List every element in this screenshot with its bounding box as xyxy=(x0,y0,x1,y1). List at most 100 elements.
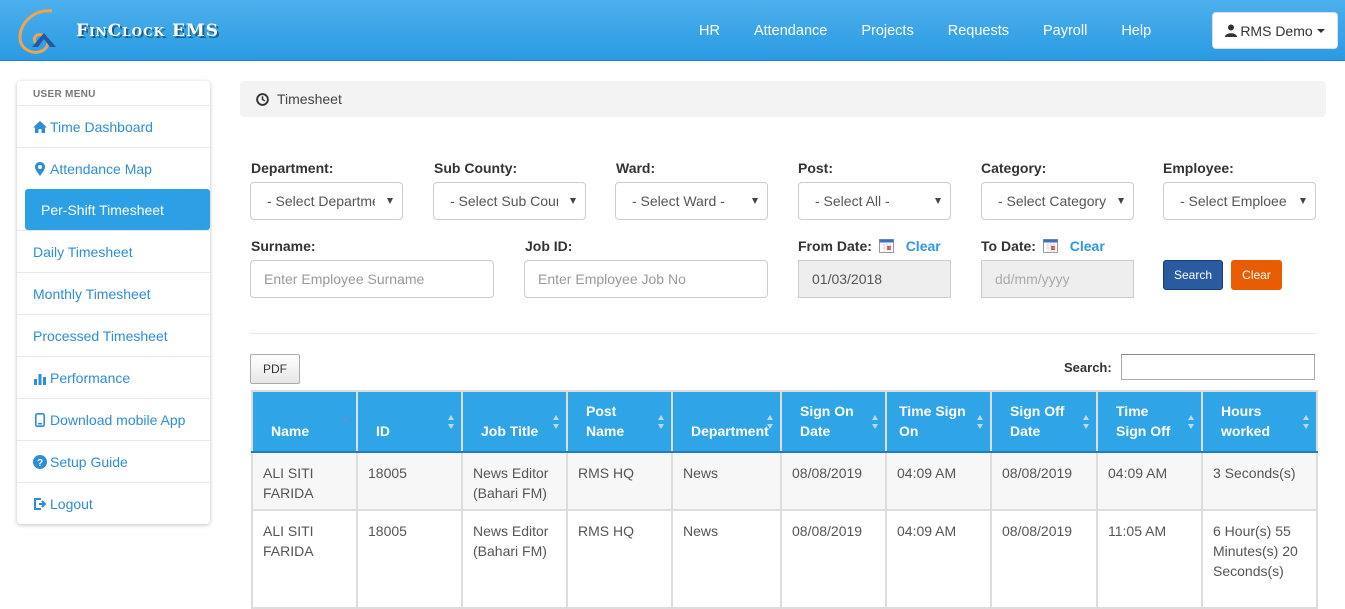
ward-select[interactable]: - Select Ward - xyxy=(615,182,768,220)
from-date-clear-link[interactable]: Clear xyxy=(906,238,941,254)
sidebar-item-logout[interactable]: Logout xyxy=(17,482,210,524)
job-id-input[interactable]: Enter Employee Job No xyxy=(524,260,768,298)
column-header-post-name[interactable]: Post Name xyxy=(566,390,673,453)
column-header-sign-on-date[interactable]: Sign On Date xyxy=(780,390,887,453)
column-header-id[interactable]: ID xyxy=(356,390,463,453)
surname-placeholder: Enter Employee Surname xyxy=(264,271,425,287)
user-name: RMS Demo xyxy=(1240,22,1313,39)
table-search-input[interactable] xyxy=(1121,354,1315,380)
from-date-input[interactable]: 01/03/2018 xyxy=(798,260,951,298)
nav-projects[interactable]: Projects xyxy=(861,23,913,39)
cell-id: 18005 xyxy=(356,451,463,511)
column-header-time-sign-on[interactable]: Time Sign On xyxy=(885,390,992,453)
from-date-value: 01/03/2018 xyxy=(812,271,883,287)
post-select[interactable]: - Select All - xyxy=(798,182,951,220)
search-button[interactable]: Search xyxy=(1163,260,1223,290)
dropdown-arrow-icon xyxy=(935,198,941,204)
to-date-label-group: To Date: Clear xyxy=(981,238,1105,254)
user-icon xyxy=(1225,24,1238,37)
sidebar-item-daily-timesheet[interactable]: Daily Timesheet xyxy=(17,230,210,272)
mobile-icon xyxy=(33,412,47,427)
sort-icon xyxy=(872,415,878,429)
finclock-logo-icon xyxy=(18,9,56,54)
nav-hr[interactable]: HR xyxy=(699,23,720,39)
timesheet-table: Name ID Job Title Post Name Department S… xyxy=(251,390,1318,609)
pdf-export-button[interactable]: PDF xyxy=(250,354,300,384)
cell-job-title: News Editor (Bahari FM) xyxy=(461,509,568,609)
post-label: Post: xyxy=(798,160,833,176)
cell-hours-worked: 6 Hour(s) 55 Minutes(s) 20 Seconds(s) xyxy=(1201,509,1318,609)
cell-post-name: RMS HQ xyxy=(566,509,673,609)
question-circle-icon: ? xyxy=(33,454,47,469)
column-header-hours-worked[interactable]: Hours worked xyxy=(1201,390,1318,453)
cell-time-sign-on: 04:09 AM xyxy=(885,509,992,609)
column-header-label: Name xyxy=(271,423,310,439)
column-header-label: Post Name xyxy=(586,403,625,439)
cell-sign-on-date: 08/08/2019 xyxy=(780,451,887,511)
table-row: ALI SITI FARIDA 18005 News Editor (Bahar… xyxy=(251,451,1318,511)
column-header-time-sign-off[interactable]: Time Sign Off xyxy=(1096,390,1203,453)
brand-name: FinClock EMS xyxy=(76,21,220,41)
logout-icon xyxy=(33,497,47,511)
clear-button[interactable]: Clear xyxy=(1231,260,1282,290)
home-icon xyxy=(33,120,47,134)
nav-help[interactable]: Help xyxy=(1121,23,1151,39)
cell-job-title: News Editor (Bahari FM) xyxy=(461,451,568,511)
sort-icon xyxy=(1188,415,1194,429)
sidebar-item-label: Setup Guide xyxy=(50,453,128,470)
sidebar-item-download-mobile-app[interactable]: Download mobile App xyxy=(17,398,210,440)
calendar-icon[interactable] xyxy=(878,239,894,253)
sidebar-item-time-dashboard[interactable]: Time Dashboard xyxy=(17,105,210,147)
post-select-value: - Select All - xyxy=(815,193,890,209)
brand[interactable]: FinClock EMS xyxy=(12,4,219,58)
column-header-job-title[interactable]: Job Title xyxy=(461,390,568,453)
map-marker-icon xyxy=(33,161,47,176)
user-menu-button[interactable]: RMS Demo xyxy=(1212,12,1338,49)
column-header-label: Department xyxy=(691,423,769,439)
column-header-label: Sign Off Date xyxy=(1010,403,1065,439)
sidebar-item-setup-guide[interactable]: ? Setup Guide xyxy=(17,440,210,482)
sidebar-item-label: Processed Timesheet xyxy=(33,327,168,344)
department-select[interactable]: - Select Department - xyxy=(250,182,403,220)
dropdown-arrow-icon xyxy=(752,198,758,204)
column-header-label: Job Title xyxy=(481,423,539,439)
sidebar-item-per-shift-timesheet[interactable]: Per-Shift Timesheet xyxy=(25,189,210,230)
sort-icon xyxy=(658,415,664,429)
sidebar-item-attendance-map[interactable]: Attendance Map xyxy=(17,147,210,189)
sidebar-item-label: Time Dashboard xyxy=(50,118,153,135)
sub-county-select[interactable]: - Select Sub County - xyxy=(433,182,586,220)
sidebar-item-label: Performance xyxy=(50,369,131,386)
caret-down-icon xyxy=(1316,28,1325,33)
sidebar-item-label: Daily Timesheet xyxy=(33,243,133,260)
column-header-department[interactable]: Department xyxy=(671,390,782,453)
nav-requests[interactable]: Requests xyxy=(948,23,1009,39)
cell-id: 18005 xyxy=(356,509,463,609)
page-title-bar: Timesheet xyxy=(240,81,1326,117)
to-date-clear-link[interactable]: Clear xyxy=(1070,238,1105,254)
calendar-icon[interactable] xyxy=(1042,239,1058,253)
sort-icon xyxy=(977,415,983,429)
sidebar-item-performance[interactable]: Performance xyxy=(17,356,210,398)
nav-payroll[interactable]: Payroll xyxy=(1043,23,1087,39)
sidebar-item-label: Monthly Timesheet xyxy=(33,285,151,302)
category-select[interactable]: - Select Category - xyxy=(981,182,1134,220)
cell-name: ALI SITI FARIDA xyxy=(251,451,358,511)
sidebar-item-processed-timesheet[interactable]: Processed Timesheet xyxy=(17,314,210,356)
column-header-name[interactable]: Name xyxy=(251,390,358,453)
bar-chart-icon xyxy=(33,371,47,385)
sub-county-select-value: - Select Sub County - xyxy=(450,193,558,209)
nav-attendance[interactable]: Attendance xyxy=(754,23,827,39)
sort-icon xyxy=(553,415,559,429)
employee-select[interactable]: - Select Emploee - xyxy=(1163,182,1316,220)
dropdown-arrow-icon xyxy=(570,198,576,204)
column-header-sign-off-date[interactable]: Sign Off Date xyxy=(990,390,1098,453)
sidebar-item-label: Attendance Map xyxy=(50,160,152,177)
cell-hours-worked: 3 Seconds(s) xyxy=(1201,451,1318,511)
from-date-label-group: From Date: Clear xyxy=(798,238,941,254)
cell-sign-on-date: 08/08/2019 xyxy=(780,509,887,609)
sidebar-item-monthly-timesheet[interactable]: Monthly Timesheet xyxy=(17,272,210,314)
svg-text:?: ? xyxy=(37,458,43,469)
to-date-input[interactable]: dd/mm/yyyy xyxy=(981,260,1134,298)
column-header-label: Sign On Date xyxy=(800,403,854,439)
surname-input[interactable]: Enter Employee Surname xyxy=(250,260,494,298)
